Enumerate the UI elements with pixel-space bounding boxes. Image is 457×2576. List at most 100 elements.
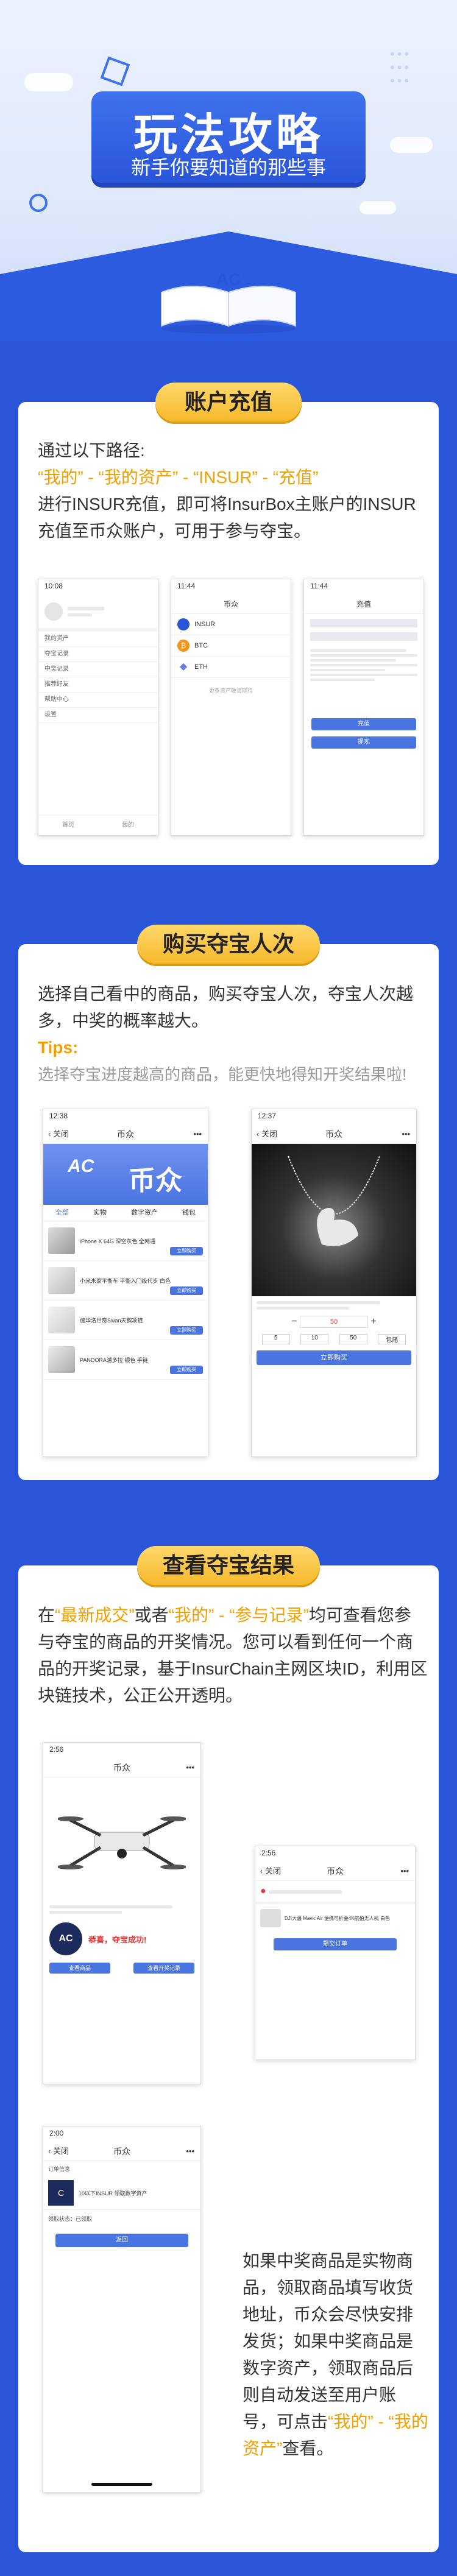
buy-now-button[interactable]: 立即购买 [170,1366,203,1374]
tab-mine[interactable]: 我的 [122,816,134,835]
product-photo [43,1777,200,1905]
screenshot-digital-claim: 2:00 ‹ 关闭 币众 ••• 订单信息 C 10以下INSUR 领取数字资产 领… [43,2126,201,2493]
withdraw-button[interactable]: 提现 [311,736,416,749]
cloud-decoration [360,201,396,214]
asset-row-btc[interactable]: ₿ BTC [171,635,291,657]
menu-row[interactable]: 推荐好友 [38,677,158,693]
tips-text: 选择夺宝进度越高的商品，能更快地得知开奖结果啦! [38,1065,407,1084]
menu-row[interactable]: 中奖记录 [38,662,158,677]
menu-row[interactable]: 夺宝记录 [38,647,158,662]
back-button[interactable]: ‹ 关闭 [48,2142,69,2161]
preset-5[interactable]: 5 [261,1334,290,1344]
product-name: iPhone X 64G 深空灰色 全网通 [80,1238,156,1244]
tab-all[interactable]: 全部 [55,1205,69,1221]
more-assets-note: 更多资产敬请期待 [208,688,253,694]
recharge-intro: 通过以下路径: [38,441,145,460]
tab-wallet[interactable]: 钱包 [182,1205,196,1221]
quantity-stepper[interactable]: − 50 + [257,1316,411,1328]
status-time: 2:56 [49,1745,64,1754]
dots-decoration: ••• ••• ••• [390,46,412,88]
menu-row[interactable]: 帮助中心 [38,693,158,708]
buy-now-button[interactable]: 立即购买 [170,1326,203,1335]
minus-button[interactable]: − [289,1316,300,1327]
quantity-field[interactable]: 50 [300,1316,368,1328]
nav-title: 币众 [113,1763,130,1773]
recharge-path: “我的” - “我的资产” - “INSUR” - “充值” [38,468,319,487]
asset-name: BTC [194,642,208,649]
status-time: 11:44 [177,582,196,590]
nav-title: 币众 [117,1129,134,1139]
quantity-presets: 5 10 50 包尾 [257,1334,411,1344]
screenshot-claim-order: 2:56 ‹ 关闭 币众 ••• ● DJI大疆 Mavic Air 便携可折叠4K… [255,1846,416,2060]
section-recharge-text: 通过以下路径: “我的” - “我的资产” - “INSUR” - “充值” 进… [38,437,428,545]
section-tag-recharge: 账户充值 [155,383,302,422]
section-tag-result: 查看夺宝结果 [137,1546,320,1585]
more-icon[interactable]: ••• [186,2142,194,2161]
profile-name-placeholder [68,607,104,616]
view-product-button[interactable]: 查看商品 [49,1963,110,1974]
address-block[interactable]: ● [255,1881,415,1904]
more-icon[interactable]: ••• [193,1125,202,1143]
product-name: 施华洛世奇Swan天鹅项链 [80,1317,143,1324]
order-item: DJI大疆 Mavic Air 便携可折叠4K航拍无人机 白色 [255,1904,415,1932]
screenshot-assets-page: 11:44 币众 INSUR ₿ BTC ◆ ETH 更多资产敬请期待 [171,579,291,836]
view-draw-record-button[interactable]: 查看开奖记录 [133,1963,194,1974]
preset-10[interactable]: 10 [300,1334,329,1344]
buy-now-button[interactable]: 立即购买 [170,1286,203,1295]
ethereum-icon: ◆ [179,662,188,672]
product-photo [252,1144,416,1296]
nav-bar: ‹ 关闭 币众 ••• [43,2142,200,2161]
ring-decoration [29,194,48,212]
win-message: 恭喜，夺宝成功! [88,1935,147,1944]
screenshot-product-detail: 12:37 ‹ 关闭 币众 ••• − 50 + 5 10 50 包尾 立即购买 [251,1109,417,1457]
asset-row-eth[interactable]: ◆ ETH [171,657,291,678]
menu-row[interactable]: 设置 [38,708,158,723]
swan-necklace-icon [288,1156,380,1246]
plus-button[interactable]: + [368,1316,379,1327]
more-icon[interactable]: ••• [400,1862,409,1880]
product-item[interactable]: PANDORA潘多拉 银色 手链 立即购买 [43,1340,208,1380]
tips-title: Tips: [38,1038,79,1057]
back-button[interactable]: ‹ 关闭 [257,1125,277,1143]
preset-50[interactable]: 50 [339,1334,367,1344]
hero-banner: ••• ••• ••• 玩法攻略 新手你要知道的那些事 AC [0,0,457,341]
asset-row-insur[interactable]: INSUR [171,614,291,635]
drone-icon [58,1816,186,1869]
nav-bar: ‹ 关闭 币众 ••• [43,1125,208,1144]
asset-name: INSUR [194,621,216,628]
product-item[interactable]: 施华洛世奇Swan天鹅项链 立即购买 [43,1300,208,1340]
section-tag-buy: 购买夺宝人次 [137,925,320,964]
buy-body: 选择自己看中的商品，购买夺宝人次，夺宝人次越多，中奖的概率越大。 [38,984,414,1030]
nav-bar: ‹ 关闭 币众 ••• [252,1125,416,1144]
return-button[interactable]: 返回 [55,2234,188,2247]
buy-now-button[interactable]: 立即购买 [170,1247,203,1255]
product-info: − 50 + 5 10 50 包尾 立即购买 [252,1296,416,1370]
tab-digital[interactable]: 数字资产 [131,1205,158,1221]
status-time: 12:38 [49,1112,68,1120]
more-icon[interactable]: ••• [402,1125,410,1143]
more-icon[interactable]: ••• [186,1759,194,1777]
product-name: 小米米家平衡车 平衡入门级代步 白色 [80,1277,171,1284]
tab-home[interactable]: 首页 [62,816,74,835]
order-info-label: 订单信息 [48,2166,71,2172]
product-item[interactable]: iPhone X 64G 深空灰色 全网通 立即购买 [43,1221,208,1261]
back-button[interactable]: ‹ 关闭 [48,1125,69,1143]
claim-instructions: 如果中奖商品是实物商品，领取商品填写收货地址，币众会尽快安排发货；如果中奖商品是… [243,2248,429,2462]
cloud-decoration [390,137,433,153]
buy-now-button[interactable]: 立即购买 [257,1350,411,1365]
section-result-text: 在“最新成交”或者“我的” - “参与记录”均可查看您参与夺宝的商品的开奖情况。… [38,1602,428,1709]
status-time: 2:00 [49,2129,64,2137]
recharge-button[interactable]: 充值 [311,718,416,730]
my-records-link: “我的” - “参与记录” [168,1606,309,1625]
tab-physical[interactable]: 实物 [93,1205,107,1221]
preset-tail[interactable]: 包尾 [378,1334,406,1344]
product-item[interactable]: 小米米家平衡车 平衡入门级代步 白色 立即购买 [43,1261,208,1300]
claim-status: 领取状态：已领取 [48,2216,93,2222]
nav-bar: 充值 [304,595,423,614]
back-button[interactable]: ‹ 关闭 [260,1862,281,1880]
asset-name: ETH [194,663,208,671]
home-indicator [91,2483,152,2486]
submit-order-button[interactable]: 提交订单 [274,1938,397,1950]
menu-row[interactable]: 我的资产 [38,632,158,647]
app-logo-icon: AC [49,1922,82,1955]
